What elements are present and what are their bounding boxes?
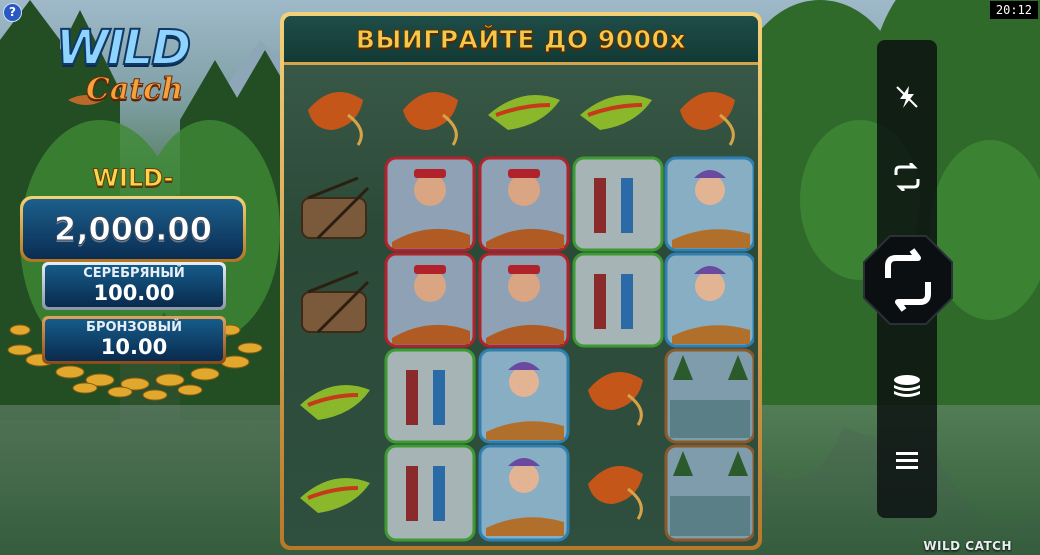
autoplay-button[interactable] bbox=[877, 152, 937, 202]
symbol-two-anglers bbox=[384, 444, 476, 542]
menu-button[interactable] bbox=[877, 436, 937, 486]
help-button[interactable]: ? bbox=[3, 3, 22, 22]
logo-catch-text: Catch bbox=[85, 72, 184, 108]
bronze-jackpot-panel: БРОНЗОВЫЙ 10.00 bbox=[42, 316, 226, 364]
symbol-orange-fly bbox=[588, 466, 643, 520]
symbol-green-fly bbox=[580, 95, 652, 130]
reels-grid bbox=[300, 92, 754, 542]
symbol-two-anglers bbox=[384, 348, 476, 444]
bronze-jackpot-label: БРОНЗОВЫЙ bbox=[86, 320, 182, 335]
spin-button[interactable] bbox=[862, 234, 954, 326]
game-name-footer: WILD CATCH bbox=[923, 539, 1012, 553]
logo-wild-text: WILD bbox=[55, 19, 192, 77]
symbol-green-fly bbox=[488, 95, 560, 130]
reels-board: ВЫИГРАЙТЕ ДО 9000x bbox=[280, 12, 762, 550]
bronze-jackpot-value: 10.00 bbox=[100, 335, 168, 359]
game-logo: WILD Catch bbox=[55, 19, 206, 120]
turbo-button[interactable] bbox=[877, 72, 937, 122]
symbol-woman-angler bbox=[478, 348, 570, 444]
spin-icon bbox=[863, 235, 953, 325]
symbol-basket bbox=[301, 176, 370, 240]
symbol-orange-fly bbox=[680, 92, 735, 146]
symbol-orange-fly bbox=[403, 92, 458, 146]
symbol-woman-angler bbox=[478, 444, 570, 542]
symbol-green-fly bbox=[300, 478, 370, 513]
hamburger-menu-icon bbox=[896, 452, 918, 469]
symbol-fisherman-red-cap bbox=[478, 156, 570, 252]
symbol-woman-angler bbox=[664, 156, 754, 252]
symbol-fisherman-red-cap bbox=[384, 156, 476, 252]
symbol-basket bbox=[301, 270, 370, 334]
silver-jackpot-label: СЕРЕБРЯНЫЙ bbox=[83, 266, 185, 281]
symbol-orange-fly bbox=[588, 372, 643, 426]
symbol-woman-angler bbox=[664, 252, 754, 348]
silver-jackpot-panel: СЕРЕБРЯНЫЙ 100.00 bbox=[42, 262, 226, 310]
symbol-river-scene bbox=[664, 348, 754, 444]
symbol-orange-fly bbox=[308, 92, 363, 146]
symbol-fisherman-red-cap bbox=[384, 252, 476, 348]
coins-stack-icon bbox=[894, 375, 920, 397]
bet-button[interactable] bbox=[877, 362, 937, 412]
symbol-two-anglers bbox=[572, 252, 664, 348]
symbol-fisherman-red-cap bbox=[478, 252, 570, 348]
autoplay-icon bbox=[894, 163, 920, 191]
turbo-icon bbox=[896, 86, 918, 108]
max-win-text: ВЫИГРАЙТЕ ДО 9000x bbox=[355, 24, 687, 54]
main-jackpot-panel: 2,000.00 bbox=[20, 196, 246, 262]
symbol-two-anglers bbox=[572, 156, 664, 252]
main-jackpot-value: 2,000.00 bbox=[54, 210, 213, 249]
symbol-green-fly bbox=[300, 385, 370, 420]
silver-jackpot-value: 100.00 bbox=[93, 281, 175, 305]
max-win-banner: ВЫИГРАЙТЕ ДО 9000x bbox=[284, 16, 758, 65]
symbol-river-scene bbox=[664, 444, 754, 542]
clock: 20:12 bbox=[989, 1, 1038, 19]
